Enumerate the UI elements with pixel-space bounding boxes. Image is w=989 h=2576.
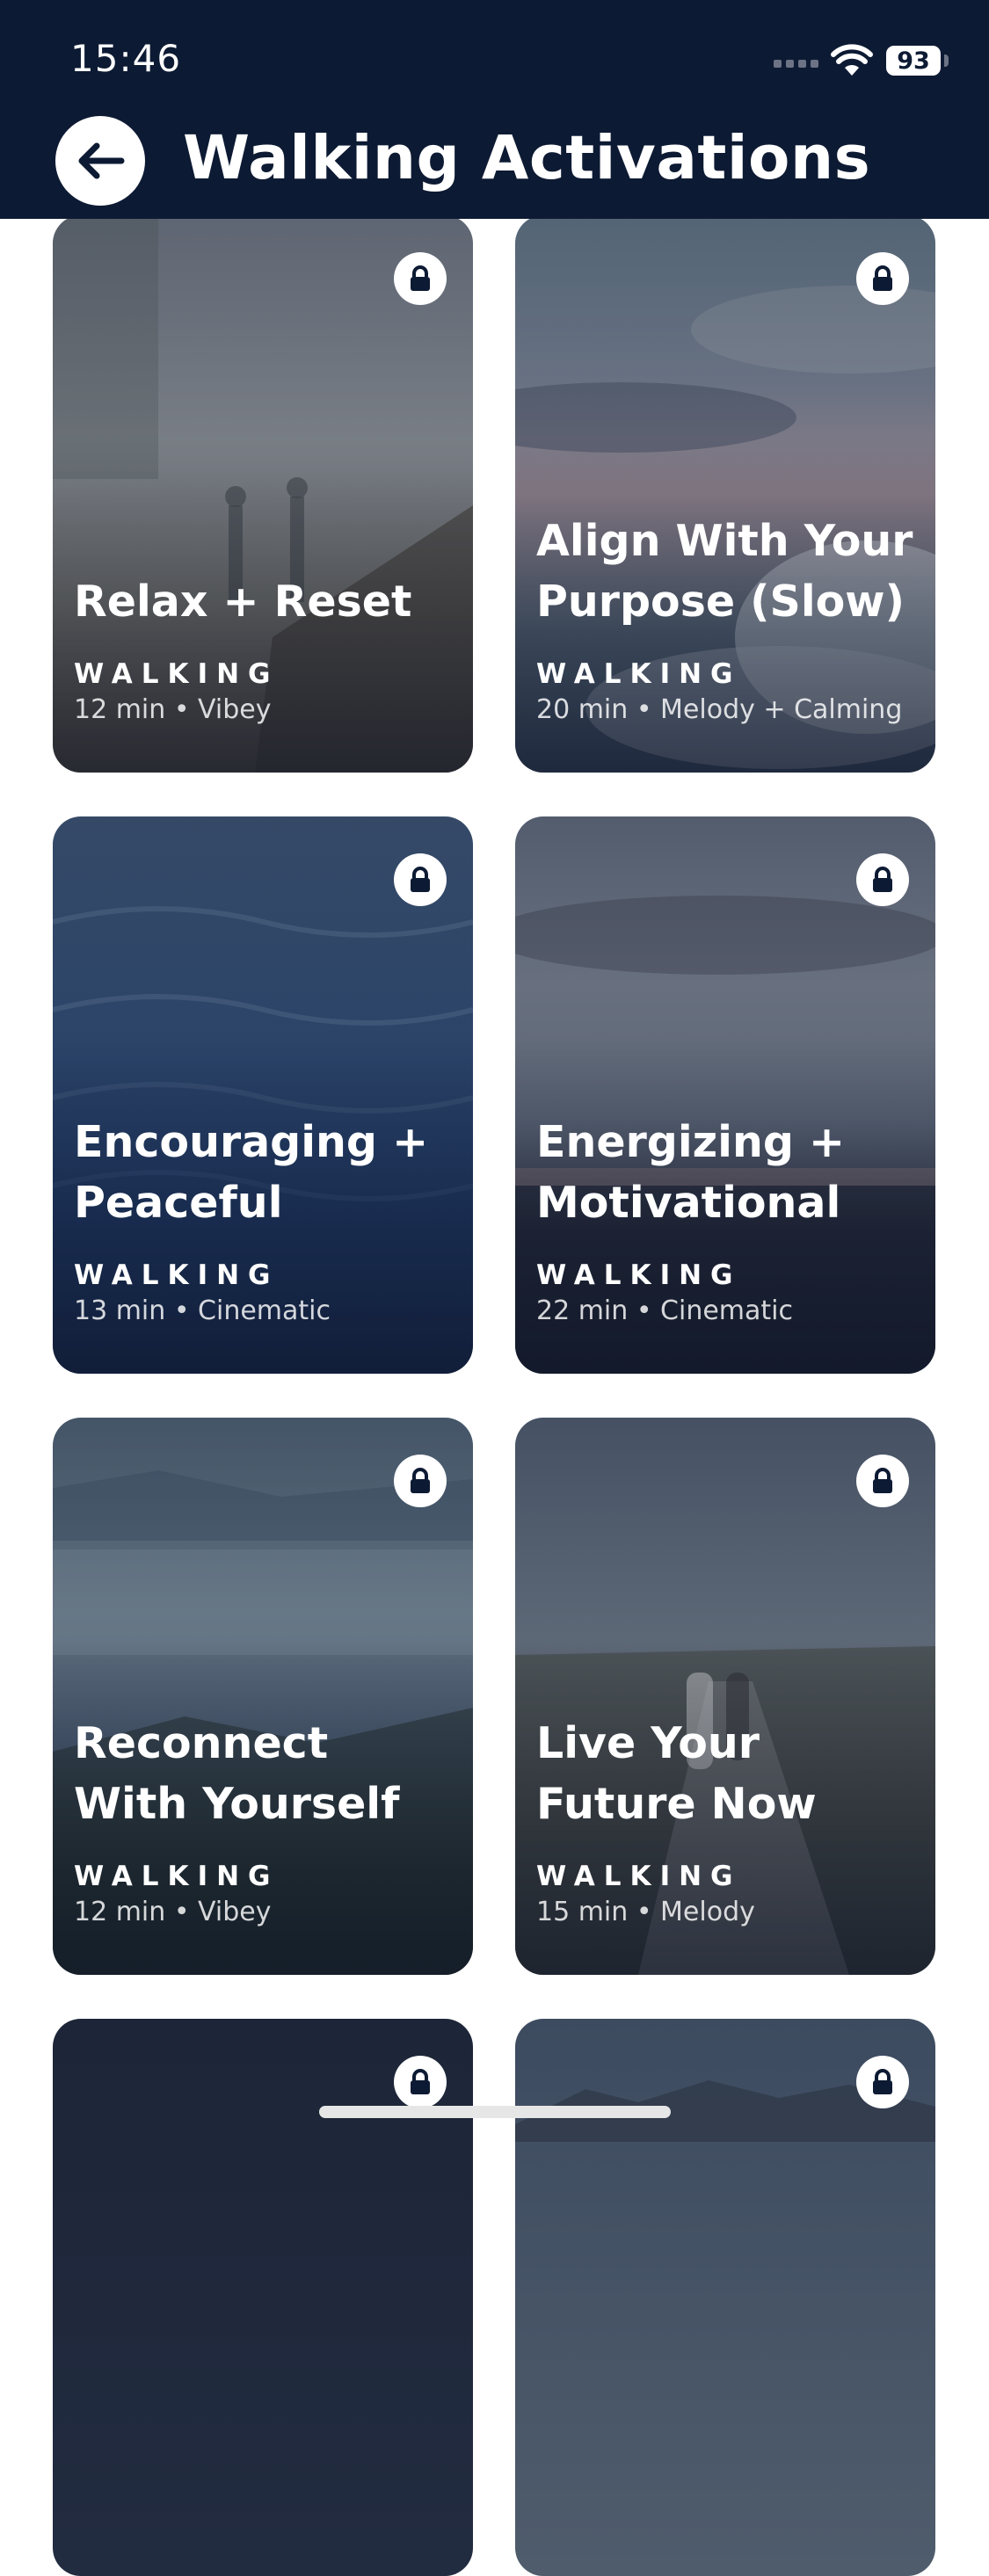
page-title: Walking Activations <box>183 123 871 193</box>
home-indicator[interactable] <box>319 2106 671 2118</box>
lock-button[interactable] <box>856 2056 909 2108</box>
battery-icon: 93 <box>886 46 941 76</box>
battery-tip <box>944 54 949 67</box>
lock-button[interactable] <box>856 1455 909 1507</box>
card-title: Live Your Future Now <box>536 1718 817 1829</box>
card-title: Relax + Reset <box>74 577 412 627</box>
cellular-signal-icon <box>774 60 818 68</box>
card-title: Encouraging + Peaceful <box>74 1117 429 1228</box>
card-meta: 12 min • Vibey <box>74 694 272 725</box>
card-meta: 22 min • Cinematic <box>536 1295 794 1326</box>
lock-icon <box>873 2069 892 2094</box>
status-time: 15:46 <box>70 37 182 80</box>
card-title: Reconnect With Yourself <box>74 1718 400 1829</box>
lock-icon <box>411 1468 430 1493</box>
card-meta: 20 min • Melody + Calming <box>536 694 903 725</box>
card-title: Energizing + Motivational <box>536 1117 846 1228</box>
lock-icon <box>873 867 892 892</box>
card-category: WALKING <box>74 1259 280 1291</box>
card-meta: 15 min • Melody <box>536 1897 755 1927</box>
activation-card[interactable]: Live Your Future Now WALKING 15 min • Me… <box>515 1418 935 1975</box>
card-category: WALKING <box>74 1861 280 1892</box>
activation-card[interactable]: Relax + Reset WALKING 12 min • Vibey <box>53 215 473 773</box>
activation-card[interactable]: Energizing + Motivational WALKING 22 min… <box>515 816 935 1374</box>
card-meta: 12 min • Vibey <box>74 1897 272 1927</box>
activation-card[interactable] <box>53 2019 473 2576</box>
card-title: Align With Your Purpose (Slow) <box>536 516 913 627</box>
activation-card[interactable]: Align With Your Purpose (Slow) WALKING 2… <box>515 215 935 773</box>
lock-icon <box>411 2069 430 2094</box>
lock-icon <box>873 1468 892 1493</box>
back-button[interactable] <box>55 116 145 206</box>
lock-button[interactable] <box>394 252 447 305</box>
card-category: WALKING <box>536 658 742 690</box>
lock-button[interactable] <box>394 1455 447 1507</box>
lock-icon <box>411 867 430 892</box>
wifi-icon <box>831 44 873 76</box>
card-category: WALKING <box>536 1861 742 1892</box>
activation-card[interactable]: Encouraging + Peaceful WALKING 13 min • … <box>53 816 473 1374</box>
card-category: WALKING <box>536 1259 742 1291</box>
lock-button[interactable] <box>856 252 909 305</box>
arrow-left-icon <box>78 142 125 179</box>
activation-card[interactable]: Reconnect With Yourself WALKING 12 min •… <box>53 1418 473 1975</box>
lock-button[interactable] <box>394 2056 447 2108</box>
card-category: WALKING <box>74 658 280 690</box>
lock-button[interactable] <box>856 853 909 906</box>
lock-icon <box>411 265 430 291</box>
top-bar: 15:46 93 Walking Activations <box>0 0 989 219</box>
lock-button[interactable] <box>394 853 447 906</box>
activation-card[interactable] <box>515 2019 935 2576</box>
lock-icon <box>873 265 892 291</box>
card-meta: 13 min • Cinematic <box>74 1295 331 1326</box>
